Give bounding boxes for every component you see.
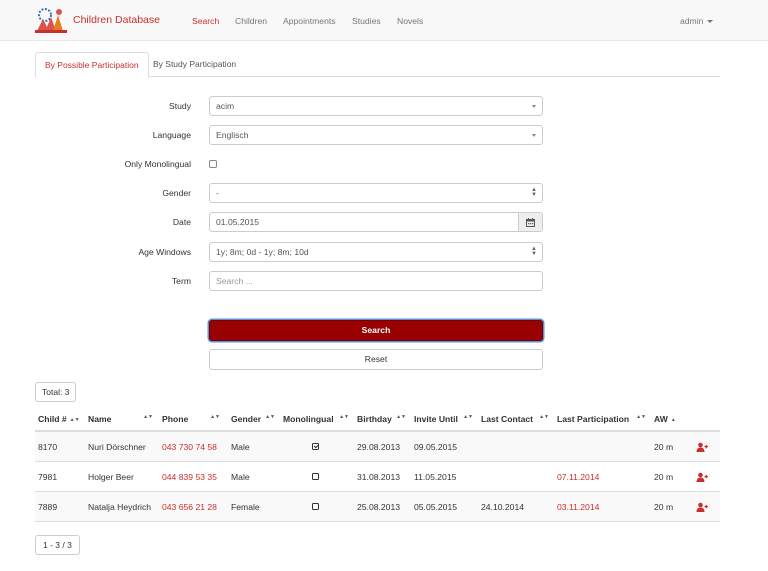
gender-label: Gender	[162, 188, 191, 198]
cell-gender: Female	[231, 502, 260, 512]
sort-icon: ▲▼	[636, 414, 646, 420]
gender-select[interactable]: - ▲ ▼	[209, 183, 543, 203]
sort-icon: ▲▼	[143, 414, 153, 420]
sort-icon: ▲▼	[69, 416, 80, 423]
cell-last-contact: 24.10.2014	[481, 502, 525, 512]
sort-icon: ▲▼	[210, 414, 220, 420]
calendar-button[interactable]	[518, 213, 542, 231]
age-windows-select[interactable]: 1y; 8m; 0d - 1y; 8m; 10d ▲ ▼	[209, 242, 543, 262]
add-user-icon[interactable]	[696, 442, 708, 452]
brand-title: Children Database	[73, 14, 160, 26]
cell-birthday: 25.08.2013	[357, 502, 401, 512]
table-row[interactable]: 7889 Natalja Heydrich 043 656 21 28 Fema…	[35, 492, 720, 522]
select-arrow-icon	[532, 134, 536, 137]
cell-birthday: 31.08.2013	[357, 472, 401, 482]
brand[interactable]: Children Database	[35, 5, 160, 35]
date-value: 01.05.2015	[216, 217, 260, 227]
monolingual-label: Only Monolingual	[124, 159, 191, 169]
search-button[interactable]: Search	[209, 320, 543, 341]
tab-possible-participation[interactable]: By Possible Participation	[35, 52, 149, 78]
cell-aw: 20 m	[654, 472, 674, 482]
monolingual-checkbox	[312, 443, 319, 450]
term-label: Term	[171, 276, 191, 286]
sort-icon: ▲▼	[265, 414, 275, 420]
table-row[interactable]: 8170 Nuri Dörschner 043 730 74 58 Male 2…	[35, 432, 720, 462]
cell-child: 7981	[38, 472, 58, 482]
sort-icon: ▲▼	[539, 414, 549, 420]
cell-invite-until: 05.05.2015	[414, 502, 458, 512]
study-value: acim	[216, 101, 235, 111]
cell-phone[interactable]: 044 839 53 35	[162, 462, 217, 492]
study-label: Study	[169, 101, 191, 111]
term-input[interactable]: Search ...	[209, 271, 543, 291]
add-user-icon[interactable]	[696, 472, 708, 482]
cell-name: Holger Beer	[88, 472, 134, 482]
nav-appointments[interactable]: Appointments	[283, 16, 336, 26]
cell-aw: 20 m	[654, 442, 674, 452]
cell-gender: Male	[231, 472, 250, 482]
cell-phone[interactable]: 043 656 21 28	[162, 492, 217, 522]
monolingual-checkbox	[312, 473, 319, 480]
date-input[interactable]: 01.05.2015	[209, 212, 543, 232]
logo-icon	[35, 8, 67, 33]
chevron-down-icon	[707, 20, 714, 24]
col-last-participation[interactable]: Last Participation ▲▼	[557, 414, 646, 424]
study-select[interactable]: acim	[209, 96, 543, 116]
user-menu[interactable]: admin	[680, 16, 714, 26]
monolingual-checkbox	[312, 503, 319, 510]
cell-birthday: 29.08.2013	[357, 442, 401, 452]
nav-studies[interactable]: Studies	[352, 16, 381, 26]
language-select[interactable]: Englisch	[209, 125, 543, 145]
sort-icon: ▲	[670, 416, 676, 423]
pagination[interactable]: 1 - 3 / 3	[35, 535, 80, 555]
add-user-icon[interactable]	[696, 502, 708, 512]
col-invite-until[interactable]: Invite Until ▲▼	[414, 414, 473, 424]
sort-icon: ▲▼	[463, 414, 473, 420]
cell-invite-until: 11.05.2015	[414, 472, 457, 482]
updown-icon: ▲ ▼	[531, 246, 537, 257]
reset-button[interactable]: Reset	[209, 349, 543, 370]
tab-study-participation[interactable]: By Study Participation	[144, 52, 245, 77]
calendar-icon	[526, 217, 535, 227]
user-name: admin	[680, 16, 704, 26]
age-windows-value: 1y; 8m; 0d - 1y; 8m; 10d	[216, 247, 309, 257]
col-gender[interactable]: Gender ▲▼	[231, 414, 275, 424]
nav-novels[interactable]: Novels	[397, 16, 423, 26]
col-phone[interactable]: Phone ▲▼	[162, 414, 220, 424]
cell-phone[interactable]: 043 730 74 58	[162, 432, 217, 462]
cell-invite-until: 09.05.2015	[414, 442, 458, 452]
term-placeholder: Search ...	[216, 276, 253, 286]
table-row[interactable]: 7981 Holger Beer 044 839 53 35 Male 31.0…	[35, 462, 720, 492]
navbar: Children Database Search Children Appoin…	[0, 0, 768, 41]
cell-last-participation[interactable]: 07.11.2014	[557, 462, 599, 492]
sort-icon: ▲▼	[396, 414, 406, 420]
cell-child: 7889	[38, 502, 58, 512]
select-arrow-icon	[532, 105, 536, 108]
language-label: Language	[152, 130, 191, 140]
cell-name: Nuri Dörschner	[88, 442, 146, 452]
col-child[interactable]: Child # ▲▼	[38, 414, 80, 424]
col-monolingual[interactable]: Monolingual ▲▼	[283, 414, 349, 424]
cell-aw: 20 m	[654, 502, 674, 512]
date-label: Date	[172, 217, 191, 227]
tab-bar: By Possible Participation By Study Parti…	[35, 52, 720, 78]
language-value: Englisch	[216, 130, 249, 140]
cell-gender: Male	[231, 442, 250, 452]
gender-value: -	[216, 188, 219, 198]
sort-icon: ▲▼	[339, 414, 349, 420]
col-name[interactable]: Name ▲▼	[88, 414, 153, 424]
monolingual-checkbox[interactable]	[209, 160, 217, 168]
col-aw[interactable]: AW ▲	[654, 414, 676, 424]
cell-name: Natalja Heydrich	[88, 502, 152, 512]
age-windows-label: Age Windows	[138, 247, 191, 257]
cell-last-participation[interactable]: 03.11.2014	[557, 492, 599, 522]
updown-icon: ▲ ▼	[531, 187, 537, 198]
nav-children[interactable]: Children	[235, 16, 267, 26]
col-last-contact[interactable]: Last Contact ▲▼	[481, 414, 549, 424]
cell-child: 8170	[38, 442, 58, 452]
nav-search[interactable]: Search	[192, 16, 219, 26]
total-count: Total: 3	[35, 382, 77, 402]
col-birthday[interactable]: Birthday ▲▼	[357, 414, 406, 424]
